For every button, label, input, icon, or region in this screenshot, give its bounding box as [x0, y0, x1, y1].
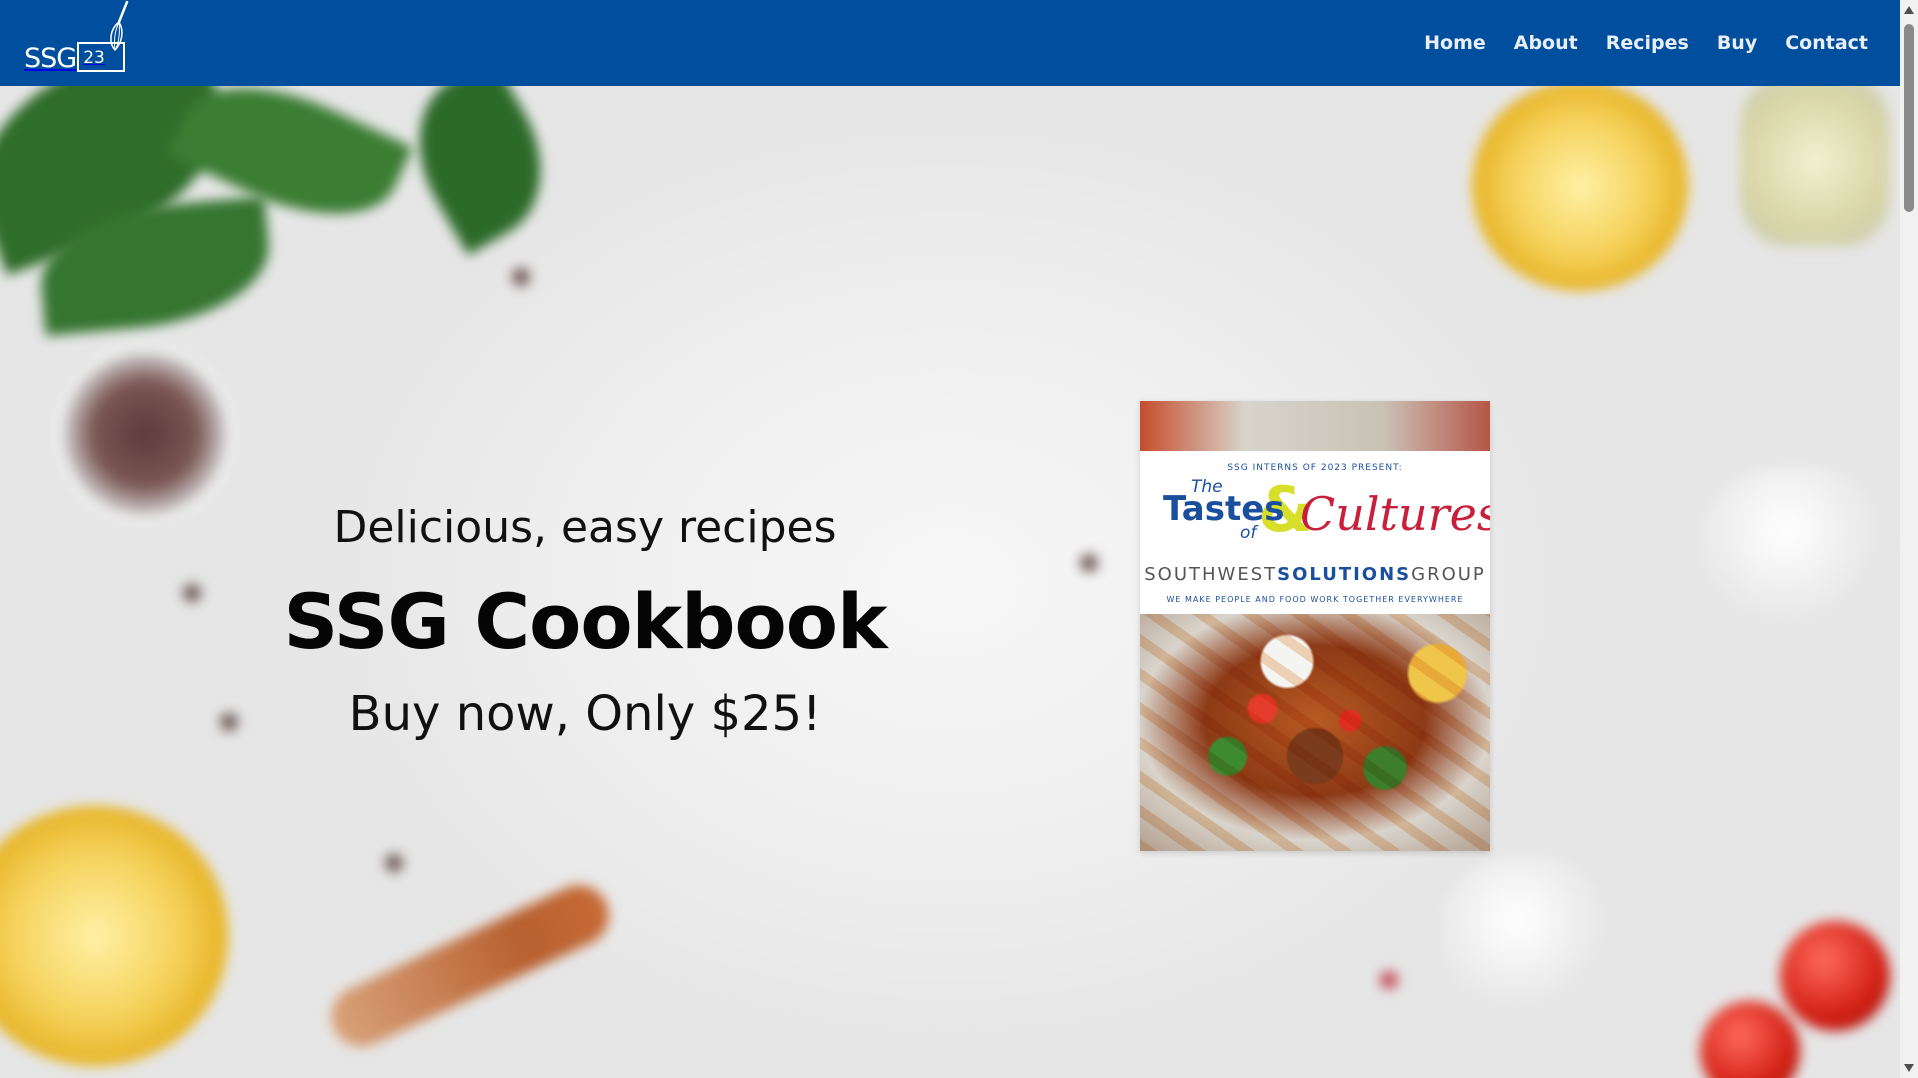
lemon-decoration — [1470, 86, 1690, 291]
cover-top-photo — [1140, 401, 1490, 451]
hero-tagline: Delicious, easy recipes — [333, 502, 837, 553]
nav-about-link[interactable]: About — [1514, 32, 1578, 54]
hero-price-text: Buy now, Only $25! — [348, 686, 822, 742]
nav-home-link[interactable]: Home — [1424, 32, 1486, 54]
whisk-icon — [110, 0, 129, 52]
cover-company-name: SOUTHWESTSOLUTIONSGROUP — [1140, 564, 1490, 585]
spice-speck-decoration — [385, 854, 403, 872]
cover-tastes-text: Tastes — [1163, 489, 1285, 529]
cover-company-right: GROUP — [1411, 564, 1486, 585]
spice-speck-decoration — [1080, 554, 1098, 572]
tomato-decoration — [1780, 921, 1890, 1031]
wooden-spoon-decoration — [321, 875, 619, 1057]
cover-motto: WE MAKE PEOPLE AND FOOD WORK TOGETHER EV… — [1166, 595, 1464, 604]
cover-cultures-text: Cultures — [1300, 487, 1490, 541]
vertical-scrollbar[interactable] — [1900, 0, 1918, 1078]
oil-bottle-decoration — [1740, 86, 1890, 246]
salt-shaker-decoration — [1700, 466, 1890, 626]
cover-presenter-text: SSG INTERNS OF 2023 PRESENT: — [1227, 463, 1403, 473]
nav-contact-link[interactable]: Contact — [1785, 32, 1868, 54]
main-menu: Home About Recipes Buy Contact — [1424, 32, 1868, 54]
lemon-decoration — [0, 806, 230, 1066]
scrollbar-thumb[interactable] — [1904, 24, 1914, 212]
nav-recipes-link[interactable]: Recipes — [1606, 32, 1689, 54]
cookbook-cover-image[interactable]: SSG INTERNS OF 2023 PRESENT: The & Taste… — [1140, 401, 1490, 851]
cover-of-text: of — [1240, 523, 1257, 543]
cover-company-bold: SOLUTIONS — [1277, 564, 1412, 585]
salt-shaker-decoration — [1440, 856, 1610, 1016]
logo-text: SSG — [24, 43, 77, 74]
nav-buy-link[interactable]: Buy — [1717, 32, 1757, 54]
tomato-decoration — [1700, 1001, 1800, 1078]
site-header: SSG 23 Home About Recipes Buy Contact — [0, 0, 1900, 86]
cover-title-band: SSG INTERNS OF 2023 PRESENT: The & Taste… — [1140, 451, 1490, 614]
cover-company-left: SOUTHWEST — [1144, 564, 1278, 585]
hero-title: SSG Cookbook — [283, 577, 887, 666]
spice-speck-decoration — [512, 268, 530, 286]
scroll-down-arrow-icon[interactable] — [1904, 1064, 1914, 1072]
spice-speck-decoration — [1380, 971, 1398, 989]
cover-food-photo — [1140, 614, 1490, 851]
basil-leaf-decoration — [388, 86, 572, 256]
site-logo[interactable]: SSG 23 — [24, 0, 129, 74]
scroll-up-arrow-icon[interactable] — [1904, 6, 1914, 14]
peppercorn-bowl-decoration — [55, 344, 235, 524]
